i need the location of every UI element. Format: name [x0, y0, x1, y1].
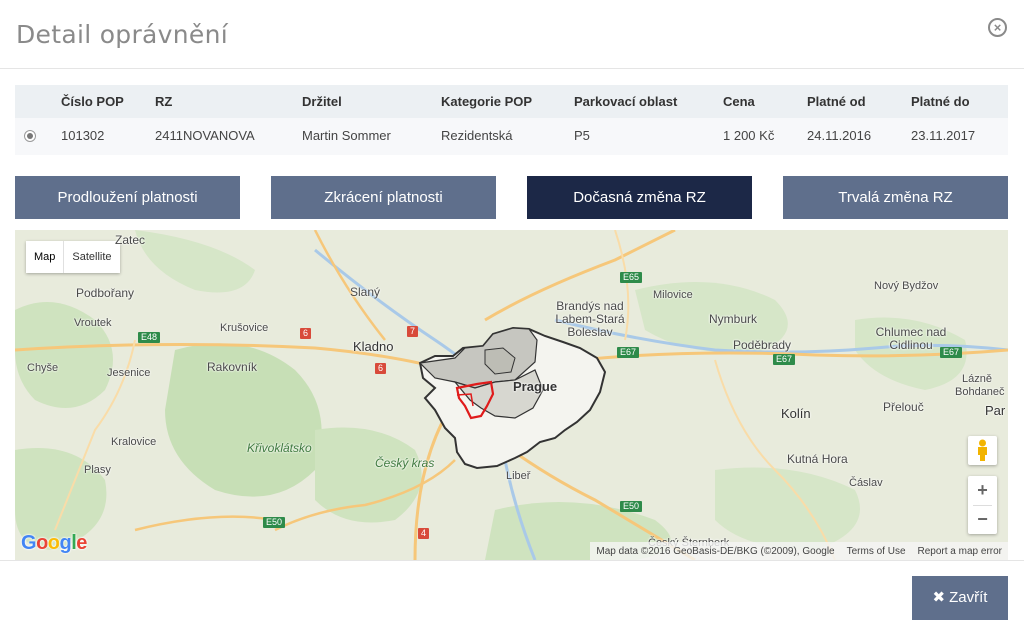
row-select-radio[interactable] — [24, 130, 36, 142]
place-zatec: Zatec — [115, 233, 146, 247]
place-novy-bydzov: Nový Bydžov — [874, 280, 939, 292]
road-shield: E67 — [617, 347, 640, 358]
prodlouzeni-platnosti-button[interactable]: Prodloužení platnosti — [15, 176, 240, 219]
col-cena: Cena — [723, 94, 755, 109]
road-shield: 7 — [407, 326, 419, 337]
trvala-zmena-rz-button[interactable]: Trvalá změna RZ — [783, 176, 1008, 219]
road-shield: 6 — [300, 328, 312, 339]
zoom-in-button[interactable]: + — [968, 476, 997, 505]
place-chlumec: Chlumec nad Cidlinou — [875, 325, 947, 352]
terms-of-use-link[interactable]: Terms of Use — [847, 546, 906, 557]
place-caslav: Čáslav — [849, 477, 883, 489]
cell-cena: 1 200 Kč — [723, 128, 775, 143]
pegman-icon[interactable] — [968, 436, 997, 465]
map-type-control: Map Satellite — [26, 241, 120, 273]
map-data-credit: Map data ©2016 GeoBasis-DE/BKG (©2009), … — [596, 545, 835, 557]
place-krusovice: Krušovice — [220, 322, 269, 334]
place-prelouc: Přelouč — [883, 400, 924, 414]
cell-platne-od: 24.11.2016 — [807, 128, 872, 143]
table-header-row: Číslo POP RZ Držitel Kategorie POP Parko… — [15, 85, 1008, 118]
place-cesky-kras: Český kras — [375, 456, 435, 470]
col-drzitel: Držitel — [302, 94, 342, 109]
road-shield: E67 — [940, 347, 963, 358]
place-kladno: Kladno — [353, 339, 394, 354]
road-shield: E67 — [773, 354, 796, 365]
table-row[interactable]: 101302 2411NOVANOVA Martin Sommer Rezide… — [15, 118, 1008, 155]
place-brandys: Brandýs nad Labem-Stará Boleslav — [555, 299, 625, 339]
zkraceni-platnosti-button[interactable]: Zkrácení platnosti — [271, 176, 496, 219]
place-plasy: Plasy — [84, 464, 111, 476]
cell-drzitel: Martin Sommer — [302, 128, 391, 143]
report-map-error-link[interactable]: Report a map error — [918, 546, 1002, 557]
place-podebrady: Poděbrady — [733, 338, 792, 352]
map-type-map-button[interactable]: Map — [26, 241, 65, 273]
map-view[interactable]: Map Satellite Zatec Podbořany Vroutek Kr… — [15, 230, 1008, 560]
road-shield: 6 — [375, 363, 387, 374]
road-shield: E48 — [138, 332, 161, 343]
place-jesenice: Jesenice — [107, 367, 151, 379]
road-shield: E50 — [620, 501, 643, 512]
modal-header: Detail oprávnění × — [0, 0, 1024, 69]
place-kralovice: Kralovice — [111, 436, 157, 448]
road-shield: E50 — [263, 517, 286, 528]
close-icon: ✖ — [932, 589, 946, 606]
place-prague: Prague — [513, 379, 558, 394]
cell-cislo-pop: 101302 — [61, 128, 105, 143]
road-shield: E65 — [620, 272, 643, 283]
zoom-divider — [973, 505, 992, 506]
place-vroutek: Vroutek — [74, 317, 112, 329]
map-attribution: Map data ©2016 GeoBasis-DE/BKG (©2009), … — [590, 542, 1008, 560]
cell-platne-do: 23.11.2017 — [911, 128, 976, 143]
place-milovice: Milovice — [653, 289, 693, 301]
close-circle-icon[interactable]: × — [988, 18, 1007, 37]
place-nymburk: Nymburk — [709, 312, 758, 326]
col-cislo-pop: Číslo POP — [61, 94, 124, 109]
place-liber: Libeř — [506, 470, 531, 482]
place-krivoklatsko: Křivoklátsko — [247, 441, 312, 455]
modal-footer-divider — [0, 560, 1024, 561]
cell-rz: 2411NOVANOVA — [155, 128, 255, 143]
road-shield: 4 — [418, 528, 430, 539]
col-rz: RZ — [155, 94, 173, 109]
place-kutna-hora: Kutná Hora — [787, 452, 848, 466]
place-podborany: Podbořany — [76, 286, 135, 300]
permissions-table: Číslo POP RZ Držitel Kategorie POP Parko… — [15, 85, 1008, 155]
map-type-satellite-button[interactable]: Satellite — [64, 241, 119, 273]
place-chyse: Chyše — [27, 362, 59, 374]
place-kolin: Kolín — [781, 406, 811, 421]
col-kategorie: Kategorie POP — [441, 94, 533, 109]
zoom-control: + − — [968, 476, 997, 534]
docasna-zmena-rz-button[interactable]: Dočasná změna RZ — [527, 176, 752, 219]
place-slany: Slaný — [350, 285, 381, 299]
modal-title: Detail oprávnění — [16, 20, 228, 49]
place-par: Par — [985, 403, 1006, 418]
zavrit-label: Zavřít — [949, 589, 988, 606]
col-parkovaci-oblast: Parkovací oblast — [574, 94, 678, 109]
zoom-out-button[interactable]: − — [968, 505, 997, 534]
place-lazne-bohdanec: Lázně Bohdaneč — [955, 373, 1005, 398]
col-platne-do: Platné do — [911, 94, 970, 109]
google-logo: Google — [21, 532, 87, 554]
cell-kategorie: Rezidentská — [441, 128, 513, 143]
col-platne-od: Platné od — [807, 94, 866, 109]
place-rakovnik: Rakovník — [207, 360, 258, 374]
zavrit-button[interactable]: ✖ Zavřít — [912, 576, 1008, 620]
map-canvas — [15, 230, 1008, 560]
cell-parkovaci-oblast: P5 — [574, 128, 590, 143]
